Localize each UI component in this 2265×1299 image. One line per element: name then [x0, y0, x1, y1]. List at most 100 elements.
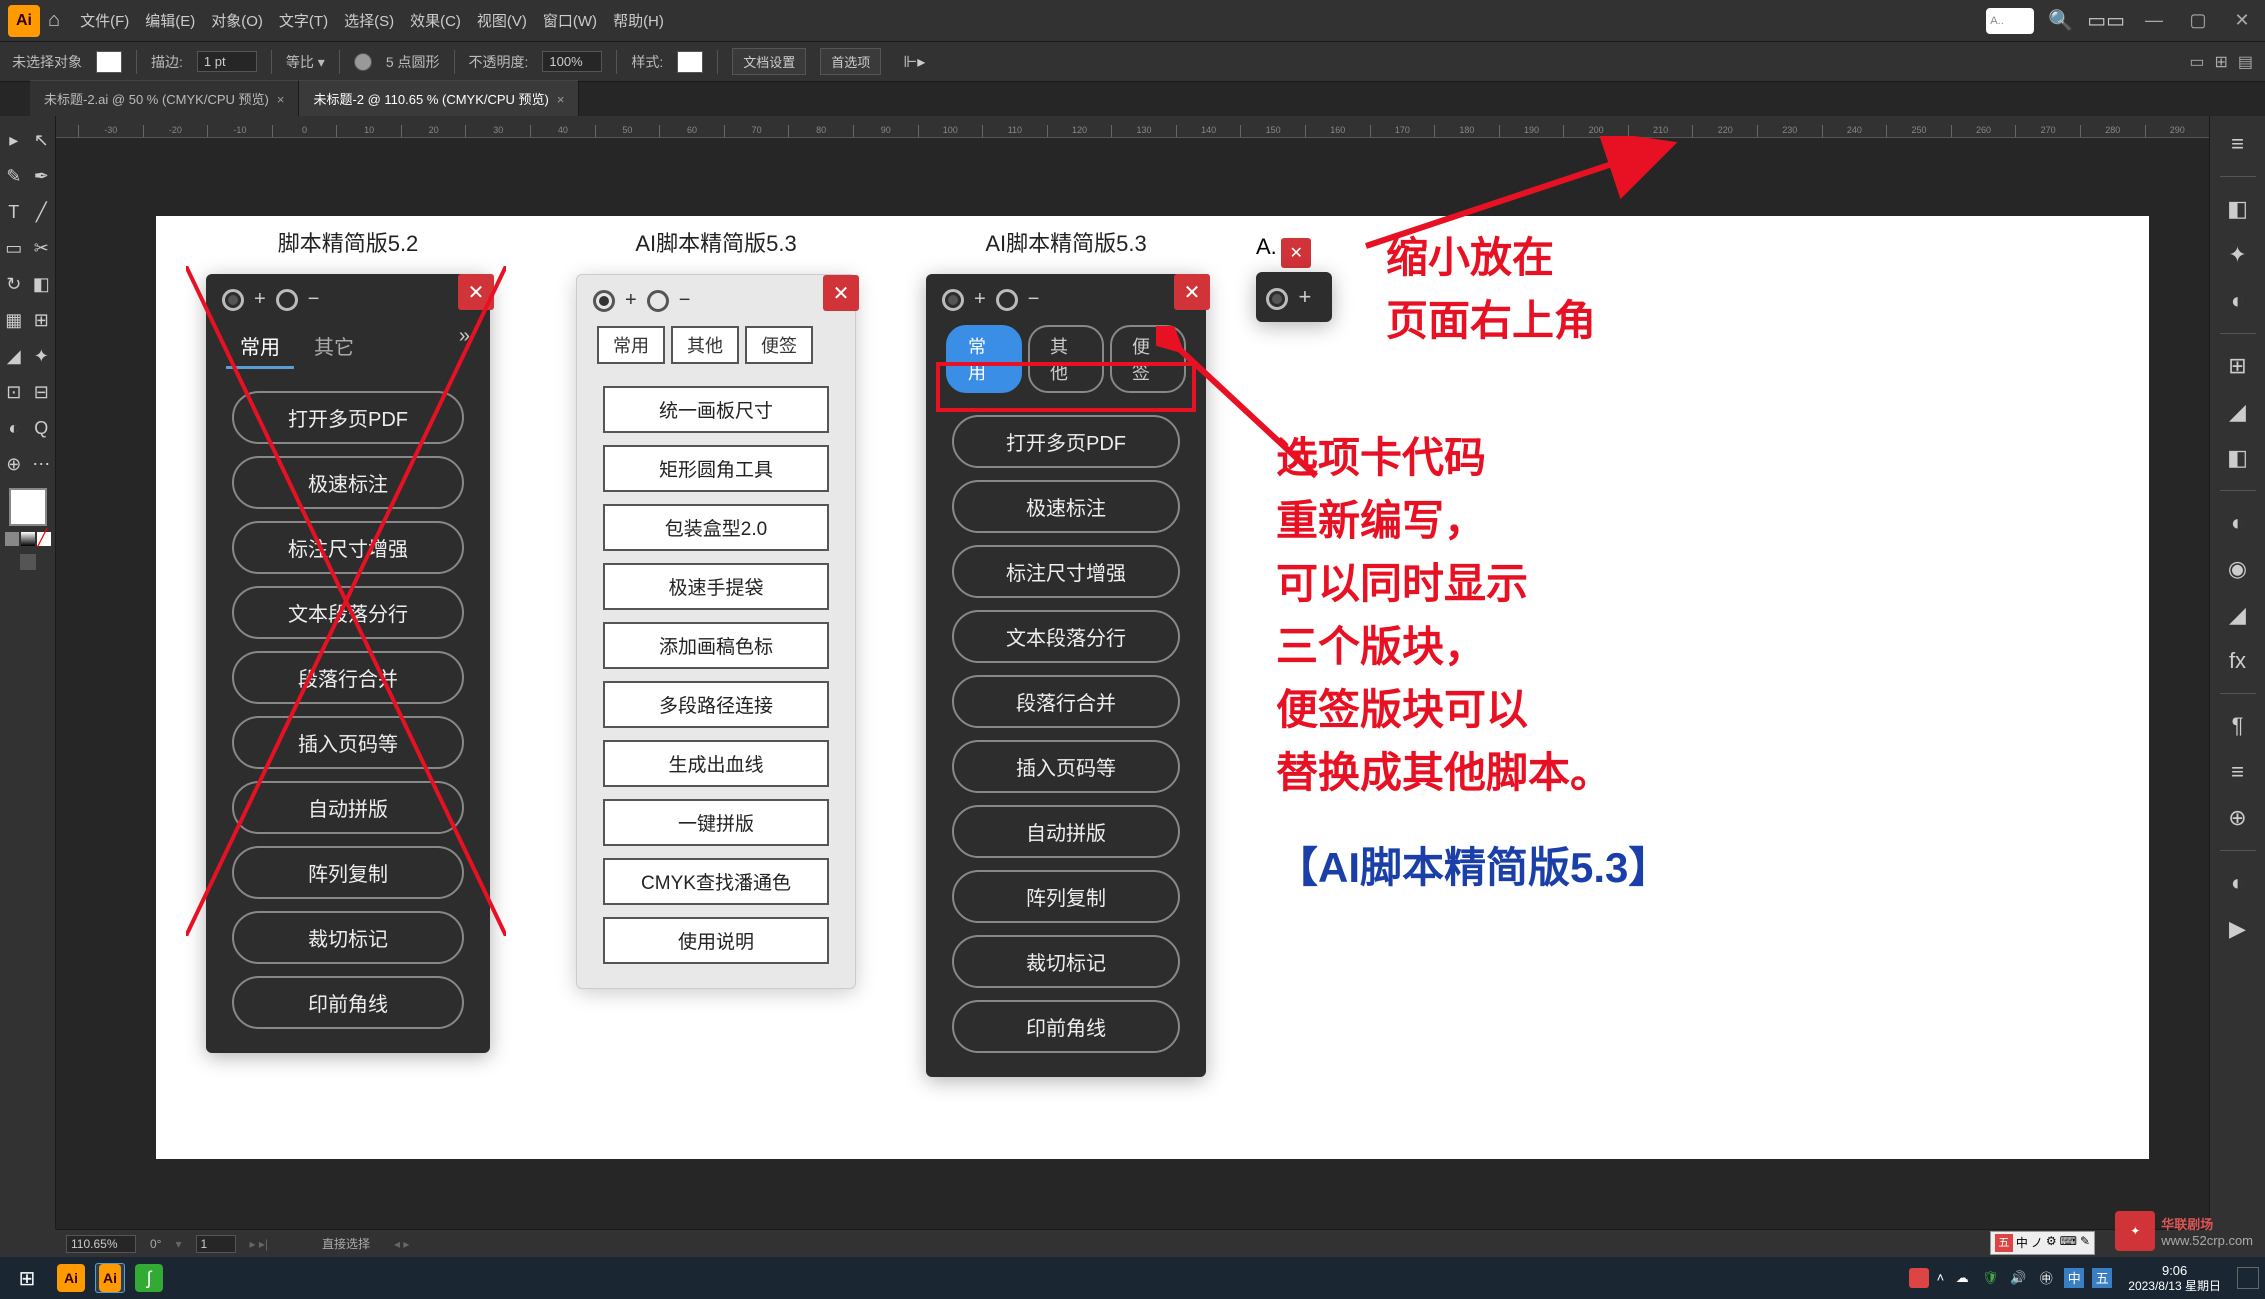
tray-icon[interactable] — [1909, 1268, 1929, 1288]
right-panel-icon-2[interactable]: ✦ — [2218, 235, 2258, 275]
script-button[interactable]: 插入页码等 — [952, 740, 1180, 793]
start-button[interactable]: ⊞ — [6, 1260, 48, 1296]
script-button[interactable]: 阵列复制 — [952, 870, 1180, 923]
tool-0[interactable]: ▸ — [0, 122, 28, 158]
script-button[interactable]: 阵列复制 — [232, 846, 464, 899]
top-script-mini[interactable]: A.. — [1986, 8, 2034, 34]
opacity-input[interactable] — [542, 51, 602, 72]
tool-1[interactable]: ↖ — [28, 122, 56, 158]
mini-radio-icon[interactable] — [1266, 288, 1288, 310]
right-panel-icon-4[interactable]: ⊞ — [2218, 346, 2258, 386]
script-button[interactable]: 插入页码等 — [232, 716, 464, 769]
menu-object[interactable]: 对象(O) — [211, 10, 263, 31]
right-panel-icon-8[interactable]: ◉ — [2218, 549, 2258, 589]
right-panel-icon-3[interactable]: ◐ — [2218, 281, 2258, 321]
right-panel-icon-0[interactable]: ≡ — [2218, 124, 2258, 164]
panel-toggle-1[interactable]: ▭ — [2189, 52, 2204, 72]
tool-7[interactable]: ✂ — [28, 230, 56, 266]
align-icon[interactable]: ⊩▸ — [903, 52, 925, 72]
ime-bar[interactable]: 五 中 ノ ⚙ ⌨ ✎ — [1990, 1231, 2095, 1255]
script-button[interactable]: 文本段落分行 — [232, 586, 464, 639]
script-button[interactable]: 矩形圆角工具 — [603, 445, 829, 492]
home-icon[interactable]: ⌂ — [48, 9, 60, 32]
right-panel-icon-5[interactable]: ◢ — [2218, 392, 2258, 432]
color-mode-icon[interactable] — [5, 532, 19, 546]
script-button[interactable]: 一键拼版 — [603, 799, 829, 846]
close-tab-icon[interactable]: × — [277, 92, 285, 107]
script-button[interactable]: 文本段落分行 — [952, 610, 1180, 663]
panel-53l-close[interactable]: ✕ — [823, 275, 859, 311]
radio-checked-icon[interactable] — [942, 289, 964, 311]
tool-16[interactable]: ◐ — [0, 410, 28, 446]
tab-other-53l[interactable]: 其他 — [671, 326, 739, 364]
script-button[interactable]: 标注尺寸增强 — [232, 521, 464, 574]
tray-ime2-icon[interactable]: 五 — [2092, 1268, 2112, 1288]
script-button[interactable]: 极速手提袋 — [603, 563, 829, 610]
script-button[interactable]: CMYK查找潘通色 — [603, 858, 829, 905]
script-button[interactable]: 自动拼版 — [952, 805, 1180, 858]
tray-ime-icon[interactable]: ㊥ — [2036, 1268, 2056, 1288]
tab-other-52[interactable]: 其它 — [300, 325, 368, 369]
menu-view[interactable]: 视图(V) — [477, 10, 527, 31]
taskbar-app-ai-1[interactable]: Ai — [50, 1260, 92, 1296]
tool-4[interactable]: T — [0, 194, 28, 230]
brush-preview[interactable] — [354, 53, 372, 71]
script-button[interactable]: 裁切标记 — [232, 911, 464, 964]
right-panel-icon-10[interactable]: fx — [2218, 641, 2258, 681]
panel-52-close[interactable]: ✕ — [458, 274, 494, 310]
radio-checked-icon[interactable] — [593, 290, 615, 312]
none-mode-icon[interactable]: ╱ — [37, 532, 51, 546]
script-button[interactable]: 极速标注 — [952, 480, 1180, 533]
tool-10[interactable]: ▦ — [0, 302, 28, 338]
tool-19[interactable]: ⋯ — [28, 446, 56, 482]
taskbar-app-3[interactable]: ʃ — [128, 1260, 170, 1296]
script-button[interactable]: 多段路径连接 — [603, 681, 829, 728]
right-panel-icon-13[interactable]: ⊕ — [2218, 798, 2258, 838]
right-panel-icon-12[interactable]: ≡ — [2218, 752, 2258, 792]
radio-checked-icon[interactable] — [222, 289, 244, 311]
tool-13[interactable]: ✦ — [28, 338, 56, 374]
tool-11[interactable]: ⊞ — [28, 302, 56, 338]
tab-common-53d[interactable]: 常用 — [946, 325, 1022, 393]
script-button[interactable]: 段落行合并 — [952, 675, 1180, 728]
taskbar-clock[interactable]: 9:06 2023/8/13 星期日 — [2120, 1263, 2229, 1293]
tool-14[interactable]: ⊡ — [0, 374, 28, 410]
tab-notes-53d[interactable]: 便签 — [1110, 325, 1186, 393]
uniform-dropdown[interactable]: 等比 ▾ — [286, 52, 325, 72]
script-button[interactable]: 统一画板尺寸 — [603, 386, 829, 433]
right-panel-icon-15[interactable]: ▶ — [2218, 909, 2258, 949]
tab-common-52[interactable]: 常用 — [226, 325, 294, 369]
brush-label[interactable]: 5 点圆形 — [386, 52, 440, 72]
document-setup-button[interactable]: 文档设置 — [732, 48, 806, 75]
radio-icon[interactable] — [276, 289, 298, 311]
script-button[interactable]: 段落行合并 — [232, 651, 464, 704]
tool-15[interactable]: ⊟ — [28, 374, 56, 410]
close-tab-icon[interactable]: × — [557, 92, 565, 107]
tool-17[interactable]: Q — [28, 410, 56, 446]
script-button[interactable]: 极速标注 — [232, 456, 464, 509]
screen-mode-icon[interactable] — [20, 554, 36, 570]
canvas-area[interactable]: -30-20-100102030405060708090100110120130… — [56, 116, 2209, 1229]
tray-cloud-icon[interactable]: ☁ — [1952, 1268, 1972, 1288]
expand-icon[interactable]: » — [459, 325, 470, 369]
right-panel-icon-7[interactable]: ◐ — [2218, 503, 2258, 543]
minimize-button[interactable]: — — [2139, 10, 2169, 31]
zoom-input[interactable] — [66, 1235, 136, 1253]
stroke-weight-input[interactable] — [197, 51, 257, 72]
menu-file[interactable]: 文件(F) — [80, 10, 129, 31]
menu-effect[interactable]: 效果(C) — [410, 10, 461, 31]
fill-stroke-indicator[interactable] — [9, 488, 47, 526]
taskbar-app-ai-2[interactable]: Ai — [96, 1264, 124, 1292]
tool-2[interactable]: ✎ — [0, 158, 28, 194]
tool-8[interactable]: ↻ — [0, 266, 28, 302]
layout-icon[interactable]: ▭▭ — [2087, 8, 2125, 33]
panel-toggle-3[interactable]: ▤ — [2238, 52, 2253, 72]
mini-close[interactable]: ✕ — [1281, 238, 1311, 268]
script-button[interactable]: 印前角线 — [952, 1000, 1180, 1053]
close-window-button[interactable]: ✕ — [2227, 10, 2257, 31]
tab-common-53l[interactable]: 常用 — [597, 326, 665, 364]
menu-select[interactable]: 选择(S) — [344, 10, 394, 31]
tray-shield-icon[interactable]: 🛡 — [1980, 1268, 2000, 1288]
radio-icon[interactable] — [647, 290, 669, 312]
tool-9[interactable]: ◧ — [28, 266, 56, 302]
